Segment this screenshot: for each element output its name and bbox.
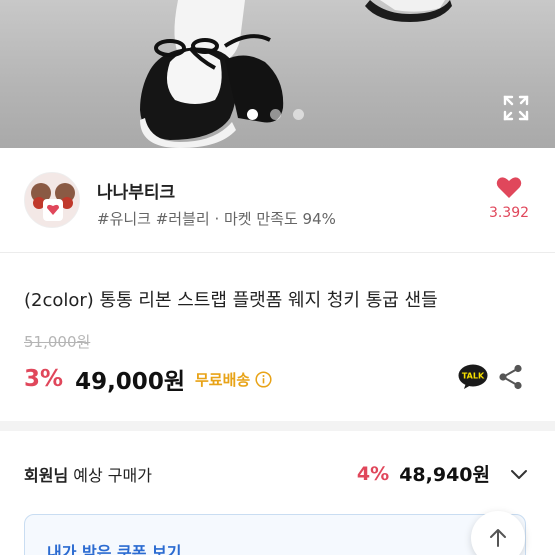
chevron-down-icon[interactable] (508, 464, 530, 486)
member-expected-price[interactable]: 회원님 예상 구매가 4% 48,940원 (24, 460, 534, 488)
section-separator (0, 421, 555, 431)
product-title: (2color) 통통 리본 스트랩 플랫폼 웨지 청키 통굽 샌들 (24, 290, 438, 311)
info-icon[interactable] (255, 370, 272, 388)
kakao-talk-icon[interactable]: TALK (458, 364, 488, 390)
member-price-group: 4% 48,940원 (357, 460, 490, 487)
share-icon[interactable] (498, 364, 524, 390)
coupon-box[interactable]: 내가 받은 쿠폰 보기 (24, 514, 526, 555)
member-price: 48,940원 (399, 464, 490, 486)
talk-label: TALK (462, 372, 485, 381)
discount-rate: 3% (24, 366, 64, 392)
member-label-bold: 회원님 (24, 466, 69, 485)
gallery-dot-1[interactable] (247, 109, 258, 120)
shop-avatar-image (25, 173, 79, 227)
divider (0, 252, 555, 253)
gallery-dot-3[interactable] (293, 109, 304, 120)
product-photo (140, 0, 452, 148)
product-image-gallery[interactable] (0, 0, 555, 148)
shop-tags: #유니크 #러블리 · 마켓 만족도 94% (97, 210, 336, 228)
shop-info[interactable]: 나나부티크 #유니크 #러블리 · 마켓 만족도 94% 3.392 (0, 148, 555, 252)
member-label: 회원님 예상 구매가 (24, 462, 152, 486)
coupon-link[interactable]: 내가 받은 쿠폰 보기 (47, 539, 181, 555)
talk-bubble-icon: TALK (458, 364, 488, 389)
heart-icon (496, 177, 522, 198)
shop-name[interactable]: 나나부티크 (97, 178, 175, 203)
original-price: 51,000원 (24, 333, 91, 351)
like-count: 3.392 (488, 205, 530, 221)
expand-icon[interactable] (503, 95, 529, 121)
arrow-up-icon (490, 529, 506, 547)
member-discount: 4% (356, 462, 390, 485)
price-row: 3% 49,000원 무료배송 (24, 362, 272, 396)
sale-price: 49,000원 (75, 369, 185, 395)
gallery-pagination (247, 109, 304, 120)
member-label-rest: 예상 구매가 (68, 466, 152, 485)
like-button[interactable]: 3.392 (484, 176, 534, 221)
gallery-dot-2[interactable] (270, 109, 281, 120)
free-shipping-badge: 무료배송 (194, 370, 251, 389)
shop-avatar[interactable] (24, 172, 80, 228)
